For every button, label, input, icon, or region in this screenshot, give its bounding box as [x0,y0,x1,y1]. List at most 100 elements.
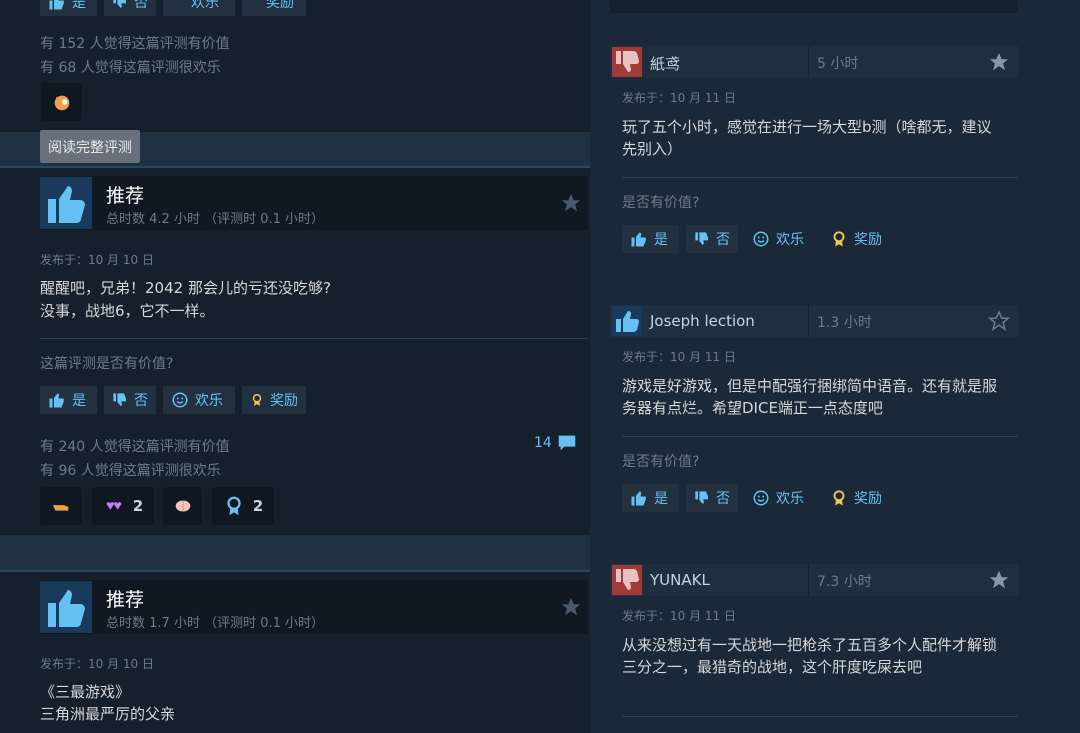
award-badge[interactable] [163,487,202,525]
award-badge[interactable] [41,83,82,121]
vote-no-label: 否 [134,393,148,409]
review-body: 玩了五个小时，感觉在进行一场大型b测（啥都无，建议先别入） [622,118,992,158]
award-badge[interactable]: 2 [212,487,274,525]
helpful-question: 是否有价值? [622,454,700,470]
award-button[interactable]: 奖励 [822,225,892,253]
award-ribbon-icon [833,231,845,247]
award-label: 奖励 [270,393,298,409]
award-label: 奖励 [266,0,294,11]
section-divider [0,535,590,571]
review-hours: 总时数 4.2 小时 （评测时 0.1 小时） [106,212,325,227]
vote-yes-button[interactable]: 是 [622,484,679,512]
award-label: 奖励 [854,491,882,507]
helpful-question: 这篇评测是否有价值? [40,356,174,372]
award-badge[interactable] [40,487,82,525]
thumb-up-icon [612,306,642,336]
card-top-border [0,166,590,168]
review-body-line: 醒醒吧，兄弟！2042 那会儿的亏还没吃够? [40,279,331,297]
review-recommendation: 推荐 [106,185,145,207]
header-split [808,305,809,337]
comment-bubble-icon [558,435,576,451]
thumb-up-icon [40,581,92,633]
review-body: 从来没想过有一天战地一把枪杀了五百多个人配件才解锁三分之一，最猎奇的战地，这个肝… [622,636,998,676]
vote-no-button[interactable]: 否 [686,225,738,253]
found-funny-text: 有 68 人觉得这篇评测很欢乐 [40,60,221,76]
found-helpful-text: 有 240 人觉得这篇评测有价值 [40,439,230,455]
review-header: Joseph lection 1.3 小时 [610,305,1018,337]
vote-no-button[interactable]: 否 [104,386,156,414]
award-badge[interactable]: 2 [92,487,154,525]
comment-count[interactable]: 14 [534,432,578,454]
vote-yes-label: 是 [72,393,86,409]
thumb-down-icon [695,491,708,504]
star-outline-icon[interactable] [988,310,1010,332]
vote-no-button[interactable]: 否 [686,484,738,512]
smiley-icon [172,392,188,408]
award-button[interactable]: 奖励 [242,0,306,16]
fist-emoji-icon [52,505,69,511]
vote-funny-label: 欢乐 [191,0,219,11]
card-top-border [0,570,590,572]
thumb-up-icon [49,393,64,408]
award-button[interactable]: 奖励 [242,386,306,414]
divider [622,436,1018,437]
review-hours: 5 小时 [817,56,859,72]
vote-yes-button[interactable]: 是 [40,386,97,414]
award-button[interactable]: 奖励 [822,484,892,512]
header-split [808,46,809,78]
vote-funny-button[interactable]: 欢乐 [163,0,235,16]
card-bottom [610,0,1018,13]
star-icon[interactable] [988,51,1010,73]
star-icon[interactable] [560,596,582,618]
review-posted-date: 发布于：10 月 10 日 [40,657,154,671]
brain-icon [175,500,190,512]
vote-no-button[interactable]: 否 [104,0,156,16]
vote-funny-button[interactable]: 欢乐 [744,484,816,512]
vote-yes-button[interactable]: 是 [622,225,679,253]
award-label: 奖励 [854,232,882,248]
vote-funny-button[interactable]: 欢乐 [744,225,816,253]
review-recommendation: 推荐 [106,589,145,611]
thumb-up-icon [631,491,646,506]
vote-no-label: 否 [716,232,730,248]
award-ribbon-icon [252,394,262,406]
reviewer-name[interactable]: YUNAKL [650,571,710,589]
thumb-down-icon [612,47,642,77]
vote-yes-label: 是 [654,491,668,507]
smiley-icon [753,490,769,506]
review-body: 游戏是好游戏，但是中配强行捆绑简中语音。还有就是服务器有点烂。希望DICE端正一… [622,377,998,417]
star-icon[interactable] [560,192,582,214]
read-full-review-button[interactable]: 阅读完整评测 [40,130,140,163]
review-hours: 总时数 1.7 小时 （评测时 0.1 小时） [106,616,325,631]
thumb-up-icon [40,177,92,229]
vote-no-label: 否 [134,0,148,11]
star-icon[interactable] [988,569,1010,591]
vote-yes-button[interactable]: 是 [40,0,97,16]
vote-funny-label: 欢乐 [776,232,804,248]
review-posted-date: 发布于：10 月 11 日 [622,91,736,105]
comment-count-number: 14 [534,435,552,451]
found-funny-text: 有 96 人觉得这篇评测很欢乐 [40,463,221,479]
review-body-line: 没事，战地6，它不一样。 [40,302,215,320]
reviewer-name[interactable]: 紙鸢 [650,53,680,74]
review-header: 紙鸢 5 小时 [610,46,1018,78]
thumb-down-icon [612,565,642,595]
award-count: 2 [132,497,144,515]
review-posted-date: 发布于：10 月 11 日 [622,609,736,623]
divider [622,177,1018,178]
review-body-line: 《三最游戏》 [40,683,131,701]
divider [622,716,1018,717]
award-ribbon-icon [833,490,845,506]
smiley-icon [753,231,769,247]
vote-funny-label: 欢乐 [195,393,223,409]
fox-emoji-icon [54,95,69,111]
vote-yes-label: 是 [654,232,668,248]
heart-hands-icon [106,502,122,510]
review-posted-date: 发布于：10 月 10 日 [40,253,154,267]
vote-no-label: 否 [716,491,730,507]
reviewer-name[interactable]: Joseph lection [650,312,755,330]
vote-funny-button[interactable]: 欢乐 [163,386,235,414]
thumb-up-icon [49,0,64,10]
thumb-down-icon [113,0,126,8]
thumb-up-icon [631,232,646,247]
